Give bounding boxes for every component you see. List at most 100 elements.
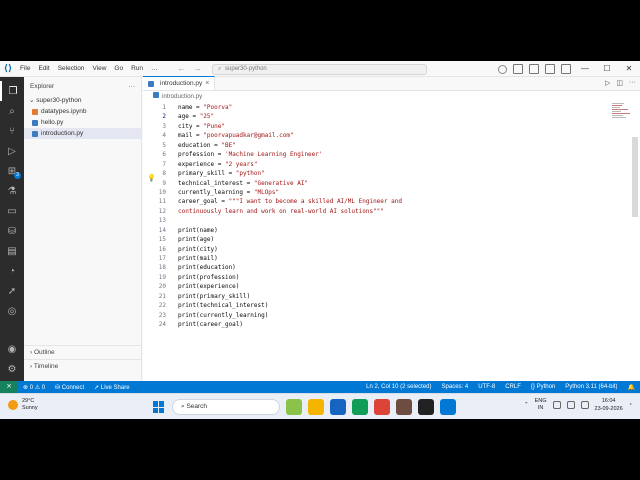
code-line[interactable]: 2 age = "25" [143,112,623,121]
code-line[interactable]: 12 continuously learn and work on real-wo… [143,207,623,216]
code-line[interactable]: 17 print(mail) [143,254,623,263]
copilot-icon[interactable] [498,64,507,74]
code-editor[interactable]: 1 name = "Poorva" 2 age = "25" 3 city = "Pune… [143,103,623,330]
database-icon[interactable]: ⛁ [0,221,24,241]
extensions-icon[interactable]: ⊞ 3 [0,161,24,181]
close-window-button[interactable]: ✕ [618,61,640,77]
workspace-folder[interactable]: ⌄ super30-python [24,95,141,106]
menu-item[interactable]: View [88,61,110,77]
notification-center-icon[interactable]: ◔ [629,402,632,408]
outline-section[interactable]: › Outline [24,345,142,358]
code-line[interactable]: 23 print(currently_learning) [143,311,623,320]
copilot-chat-icon[interactable]: ◎ [0,301,24,321]
code-line[interactable]: 3 city = "Pune" [143,122,623,131]
maximize-button[interactable]: ☐ [596,61,618,77]
cursor-position[interactable]: Ln 2, Col 10 (2 selected) [361,384,436,391]
menu-item[interactable]: Selection [54,61,89,77]
breadcrumb[interactable]: introduction.py [143,91,640,102]
vertical-scrollbar[interactable] [632,137,638,217]
github-icon[interactable]: ◔ [0,261,24,281]
menu-item[interactable]: … [147,61,162,77]
app-icon[interactable] [396,399,412,415]
testing-icon[interactable]: ⚗ [0,181,24,201]
code-line[interactable]: 14 print(name) [143,226,623,235]
file-item[interactable]: hello.py [24,117,141,128]
back-arrow-icon[interactable]: ← [178,64,186,73]
code-line[interactable]: 21 print(primary_skill) [143,292,623,301]
source-control-icon[interactable]: ⑂ [0,121,24,141]
tray-chevron-icon[interactable]: ⌃ [524,402,529,408]
code-line[interactable]: 22 print(technical_interest) [143,301,623,310]
weather-widget[interactable]: 29°C Sunny [8,398,38,412]
run-debug-icon[interactable]: ▷ [0,141,24,161]
code-line[interactable]: 1 name = "Poorva" [143,103,623,112]
widgets-icon[interactable] [286,399,302,415]
code-line[interactable]: 5 education = "BE" [143,141,623,150]
problems-status[interactable]: ⊗ 0 ⚠ 0 [18,384,50,391]
minimize-button[interactable]: — [574,61,596,77]
run-python-file-icon[interactable]: ▷ [605,79,610,87]
settings-gear-icon[interactable]: ⚙ [0,359,24,379]
code-line[interactable]: 11 career_goal = """I want to become a sk… [143,197,623,206]
code-line[interactable]: 4 mail = "poorvapuadkar@gmail.com" [143,131,623,140]
close-tab-icon[interactable]: × [205,80,209,87]
file-item[interactable]: datatypes.ipynb [24,106,141,117]
code-line[interactable]: 20 print(experience) [143,282,623,291]
language-indicator[interactable]: ENG IN [535,398,547,412]
remote-indicator-icon[interactable]: ⨯ [0,381,18,393]
minimap[interactable] [612,103,632,123]
volume-icon[interactable] [566,401,575,409]
edge-icon[interactable] [352,399,368,415]
split-editor-icon[interactable]: ◫ [616,79,623,87]
python-interpreter[interactable]: Python 3.11 (64-bit) [560,384,622,391]
toggle-secondary-sidebar-icon[interactable] [545,64,555,74]
code-line[interactable]: 24 print(career_goal) [143,320,623,329]
code-line[interactable]: 18 print(education) [143,263,623,272]
editor-more-icon[interactable]: ··· [629,79,636,87]
account-icon[interactable]: ◉ [0,339,24,359]
forward-arrow-icon[interactable]: → [194,64,202,73]
explorer-icon[interactable]: ❐ [0,81,24,101]
docker-icon[interactable]: ▤ [0,241,24,261]
code-line[interactable]: 19 print(profession) [143,273,623,282]
toggle-sidebar-icon[interactable] [513,64,523,74]
search-view-icon[interactable]: ⌕ [0,101,24,121]
timeline-section[interactable]: › Timeline [24,359,142,372]
code-line[interactable]: 15 print(age) [143,235,623,244]
language-mode[interactable]: {} Python [526,384,560,391]
code-line[interactable]: 6 profession = 'Machine Learning Engineer… [143,150,623,159]
command-center-search[interactable]: ⌕ super30-python [212,64,427,75]
remote-explorer-icon[interactable]: ▭ [0,201,24,221]
end-of-line[interactable]: CRLF [500,384,526,391]
chrome-icon[interactable] [374,399,390,415]
code-line[interactable]: 8 primary_skill = "python" [143,169,623,178]
tab-introduction-py[interactable]: introduction.py × [143,76,216,90]
live-share-icon[interactable]: ➚ [0,281,24,301]
code-line[interactable]: 10 currently_learning = "MLOps" [143,188,623,197]
live-share-status[interactable]: ➚ Live Share [89,384,134,391]
file-explorer-icon[interactable] [308,399,324,415]
code-line[interactable]: 7 experience = "2 years" [143,160,623,169]
menu-item[interactable]: File [16,61,34,77]
code-line[interactable]: 13 [143,216,623,225]
connect-status[interactable]: ⛁ Connect [50,384,89,391]
notifications-bell-icon[interactable]: 🔔 [623,384,640,391]
menu-item[interactable]: Run [127,61,147,77]
lightbulb-icon[interactable]: 💡 [147,174,156,182]
code-line[interactable]: 16 print(city) [143,245,623,254]
clock[interactable]: 16:04 23-09-2026 [595,397,623,413]
more-actions-icon[interactable]: ··· [129,83,136,90]
battery-icon[interactable] [580,401,589,409]
indentation[interactable]: Spaces: 4 [437,384,474,391]
windows-start-icon[interactable] [153,401,165,413]
vscode-taskbar-icon[interactable] [440,399,456,415]
code-line[interactable]: 9 technical_interest = "Generative AI" [143,179,623,188]
menu-item[interactable]: Go [110,61,127,77]
file-item[interactable]: introduction.py [24,128,141,139]
menu-item[interactable]: Edit [34,61,53,77]
wifi-icon[interactable] [552,401,561,409]
taskbar-search[interactable]: ⌕ Search [172,399,280,415]
toggle-panel-icon[interactable] [529,64,539,74]
github-desktop-icon[interactable] [418,399,434,415]
customize-layout-icon[interactable] [561,64,571,74]
